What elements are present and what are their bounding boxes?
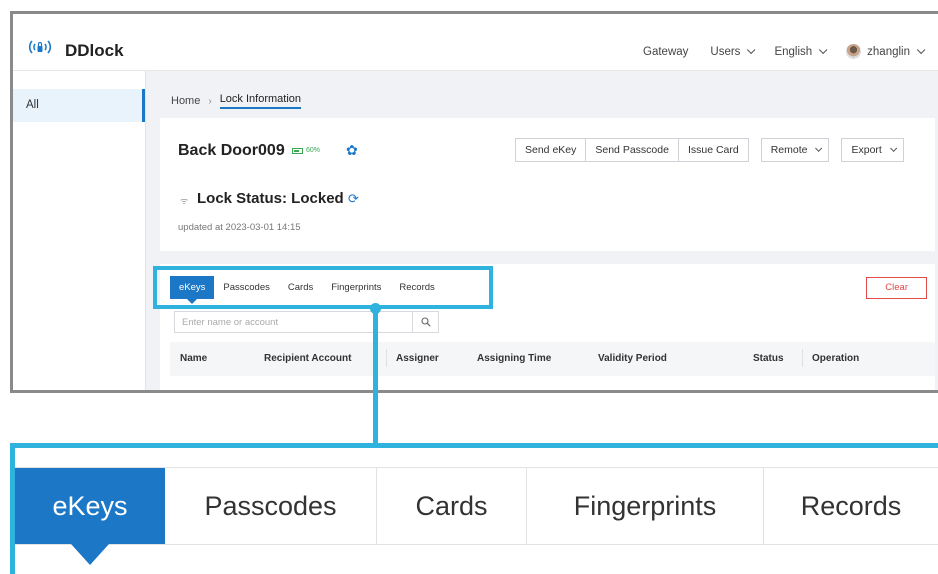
zoomed-tab-records[interactable]: Records (764, 468, 938, 544)
language-dropdown[interactable]: English (774, 45, 828, 58)
breadcrumb: Home › Lock Information (171, 93, 302, 109)
column-header-assigner: Assigner (386, 349, 439, 367)
lock-name: Back Door009 (178, 142, 285, 159)
username: zhanglin (867, 45, 910, 58)
battery-icon (292, 147, 303, 154)
nav-users-label: Users (710, 45, 741, 58)
nav-users-dropdown[interactable]: Users (710, 45, 756, 58)
top-navigation: Gateway Users English zhanglin (621, 44, 926, 59)
sidebar-item-all[interactable]: All (13, 89, 145, 122)
search-icon (420, 317, 431, 327)
column-header-recipient-account: Recipient Account (264, 353, 352, 364)
app-screenshot-frame: DDlock Gateway Users English zhanglin Al… (10, 11, 938, 393)
language-label: English (774, 45, 813, 58)
tabs-highlight-box (153, 266, 493, 309)
export-dropdown-button[interactable]: Export (841, 138, 904, 162)
zoomed-tab-passcodes[interactable]: Passcodes (165, 468, 377, 544)
avatar (846, 44, 862, 59)
chevron-down-icon (819, 45, 828, 54)
refresh-icon[interactable]: ⟳ (348, 191, 359, 207)
nav-gateway[interactable]: Gateway (643, 46, 688, 58)
search-button[interactable] (412, 312, 438, 332)
breadcrumb-current: Lock Information (219, 93, 302, 109)
remote-label: Remote (770, 144, 808, 156)
updated-timestamp: updated at 2023-03-01 14:15 (178, 222, 301, 233)
chevron-down-icon (815, 144, 823, 152)
remote-dropdown-button[interactable]: Remote (760, 138, 830, 162)
callout-connector-vertical (373, 310, 378, 445)
export-label: Export (851, 144, 882, 156)
gear-icon[interactable]: ✿ (346, 142, 358, 159)
lock-signal-icon (27, 38, 53, 61)
user-menu[interactable]: zhanglin (846, 44, 926, 59)
zoomed-tab-ekeys[interactable]: eKeys (15, 468, 165, 565)
send-passcode-button[interactable]: Send Passcode (585, 138, 679, 162)
chevron-right-icon: › (208, 95, 212, 107)
column-header-name: Name (180, 353, 208, 364)
table-header: Name Recipient Account Assigner Assignin… (170, 342, 935, 376)
lock-status: Lock Status: Locked (197, 190, 344, 207)
column-header-validity-period: Validity Period (598, 353, 667, 364)
zoomed-tab-fingerprints[interactable]: Fingerprints (527, 468, 764, 544)
top-bar: DDlock Gateway Users English zhanglin (13, 14, 938, 71)
battery-indicator: 60% (292, 147, 320, 154)
lock-actions: Send eKey Send Passcode Issue Card Remot… (515, 138, 904, 162)
callout-connector-horizontal (10, 443, 938, 448)
zoomed-tab-bar: eKeys Passcodes Cards Fingerprints Recor… (15, 467, 938, 565)
zoomed-tab-cards[interactable]: Cards (377, 468, 527, 544)
column-header-operation: Operation (801, 349, 860, 367)
brand-name: DDlock (65, 41, 124, 60)
tutorial-figure: DDlock Gateway Users English zhanglin Al… (0, 0, 938, 574)
search-box (174, 311, 439, 333)
send-ekey-button[interactable]: Send eKey (515, 138, 587, 162)
lock-info-card: Back Door009 60% ✿ Send eKey Send Passco… (160, 118, 935, 251)
signal-icon: ᯤ (180, 196, 189, 206)
column-header-status: Status (753, 353, 784, 364)
issue-card-button[interactable]: Issue Card (677, 138, 749, 162)
column-header-assigning-time: Assigning Time (477, 353, 552, 364)
access-card: eKeys Passcodes Cards Fingerprints Recor… (153, 264, 935, 390)
breadcrumb-home[interactable]: Home (171, 95, 200, 107)
sidebar: All (13, 71, 146, 390)
clear-button[interactable]: Clear (866, 277, 927, 299)
battery-text: 60% (306, 147, 321, 154)
chevron-down-icon (889, 144, 898, 152)
chevron-down-icon (747, 45, 756, 54)
chevron-down-icon (916, 45, 926, 54)
